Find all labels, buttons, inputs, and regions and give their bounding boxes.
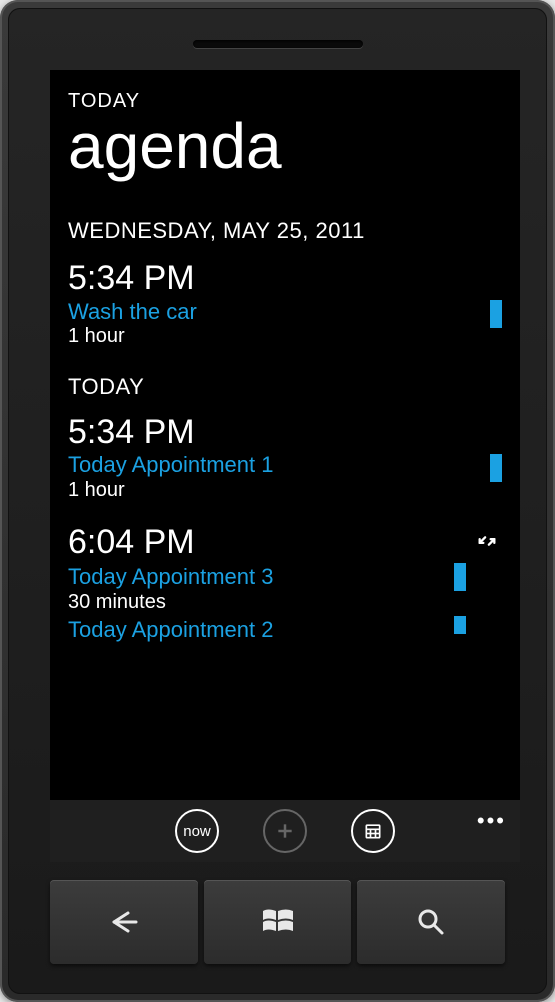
add-button[interactable] bbox=[263, 809, 307, 853]
plus-icon bbox=[275, 821, 295, 841]
agenda-item[interactable]: 5:34 PM Wash the car 1 hour bbox=[68, 260, 502, 348]
speaker-grille bbox=[193, 40, 363, 48]
appointment-time: 5:34 PM bbox=[68, 414, 466, 451]
page-title[interactable]: agenda bbox=[68, 113, 502, 180]
device-inner: TODAY agenda WEDNESDAY, MAY 25, 2011 5:3… bbox=[8, 8, 547, 994]
device-frame: TODAY agenda WEDNESDAY, MAY 25, 2011 5:3… bbox=[0, 0, 555, 1002]
calendar-color-bar bbox=[454, 563, 466, 591]
windows-logo-icon bbox=[259, 903, 297, 941]
now-button[interactable]: now bbox=[175, 809, 219, 853]
appointment-title: Today Appointment 3 bbox=[68, 563, 430, 591]
appointment-title: Today Appointment 1 bbox=[68, 451, 466, 479]
hardware-button-bar bbox=[50, 880, 505, 964]
more-icon[interactable]: ••• bbox=[477, 808, 506, 834]
date-heading: WEDNESDAY, MAY 25, 2011 bbox=[68, 218, 502, 244]
month-button[interactable] bbox=[351, 809, 395, 853]
agenda-item[interactable]: 6:04 PM Today Appointment 3 30 minutes T bbox=[68, 524, 502, 643]
appointment-title: Wash the car bbox=[68, 298, 466, 326]
appointment-duration: 1 hour bbox=[68, 325, 466, 348]
calendar-icon bbox=[363, 821, 383, 841]
appointment-duration: 30 minutes bbox=[68, 591, 430, 614]
search-button[interactable] bbox=[357, 880, 505, 964]
search-icon bbox=[414, 905, 448, 939]
app-bar: now ••• bbox=[50, 800, 520, 862]
agenda-item[interactable]: 5:34 PM Today Appointment 1 1 hour bbox=[68, 414, 502, 502]
calendar-color-bar bbox=[490, 300, 502, 328]
conflict-icon bbox=[476, 530, 498, 557]
back-arrow-icon bbox=[104, 907, 144, 937]
appointment-duration: 1 hour bbox=[68, 479, 466, 502]
section-label: TODAY bbox=[68, 374, 502, 400]
appointment-title: Today Appointment 2 bbox=[68, 616, 430, 644]
calendar-color-bar bbox=[490, 454, 502, 482]
agenda-view[interactable]: TODAY agenda WEDNESDAY, MAY 25, 2011 5:3… bbox=[50, 70, 520, 800]
back-button[interactable] bbox=[50, 880, 198, 964]
start-button[interactable] bbox=[204, 880, 352, 964]
calendar-color-bar bbox=[454, 616, 466, 634]
now-button-label: now bbox=[183, 823, 211, 840]
screen: TODAY agenda WEDNESDAY, MAY 25, 2011 5:3… bbox=[50, 70, 520, 862]
appointment-time: 5:34 PM bbox=[68, 260, 466, 297]
appointment-time: 6:04 PM bbox=[68, 524, 466, 561]
